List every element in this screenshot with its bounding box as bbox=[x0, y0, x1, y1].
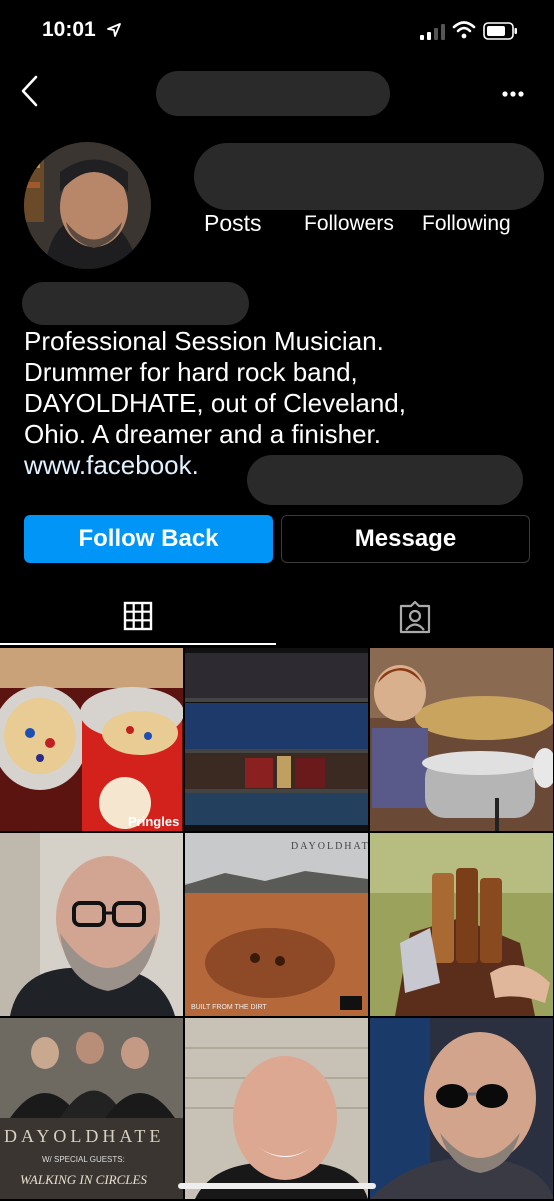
followers-label[interactable]: Followers bbox=[304, 212, 394, 236]
album-subtitle-text: W/ SPECIAL GUESTS: bbox=[42, 1155, 125, 1164]
snack-brand-text: Pringles bbox=[128, 814, 179, 829]
display-name-redacted bbox=[22, 282, 249, 325]
back-chevron-icon[interactable] bbox=[18, 74, 42, 108]
follow-back-button[interactable]: Follow Back bbox=[24, 515, 273, 563]
post-thumbnail[interactable]: DAYOLDHATE W/ SPECIAL GUESTS: WALKING IN… bbox=[0, 1018, 183, 1201]
post-thumbnail[interactable] bbox=[370, 833, 553, 1016]
post-thumbnail[interactable] bbox=[185, 648, 368, 831]
bio-line: Ohio. A dreamer and a finisher. bbox=[24, 419, 381, 449]
battery-icon bbox=[483, 22, 517, 40]
tagged-icon bbox=[399, 601, 431, 634]
post-thumbnail[interactable] bbox=[370, 648, 553, 831]
tab-tagged[interactable] bbox=[278, 583, 554, 646]
posts-label[interactable]: Posts bbox=[204, 210, 262, 237]
cellular-signal-icon bbox=[420, 24, 445, 40]
wifi-icon bbox=[452, 21, 476, 39]
message-button[interactable]: Message bbox=[281, 515, 530, 563]
bio-line: DAYOLDHATE, out of Cleveland, bbox=[24, 388, 406, 418]
bio-line: Professional Session Musician. bbox=[24, 326, 384, 356]
album-guest-text: WALKING IN CIRCLES bbox=[20, 1172, 147, 1187]
album-caption-text: BUILT FROM THE DIRT bbox=[191, 1004, 267, 1011]
active-tab-indicator bbox=[0, 643, 276, 645]
grid-icon bbox=[123, 601, 153, 631]
tab-posts-grid[interactable] bbox=[0, 583, 276, 646]
status-time: 10:01 bbox=[42, 18, 96, 41]
more-options-icon[interactable] bbox=[502, 90, 524, 98]
avatar[interactable] bbox=[24, 142, 151, 269]
post-thumbnail[interactable] bbox=[370, 1018, 553, 1201]
location-arrow-icon bbox=[107, 23, 121, 37]
username-redacted bbox=[156, 71, 390, 116]
home-indicator[interactable] bbox=[178, 1183, 376, 1189]
album-band-text: DAYOLDHATE bbox=[4, 1126, 164, 1146]
link-redacted bbox=[247, 455, 523, 505]
bio-line: Drummer for hard rock band, bbox=[24, 357, 358, 387]
post-thumbnail[interactable] bbox=[185, 1018, 368, 1201]
stats-counts-redacted bbox=[194, 143, 544, 210]
following-label[interactable]: Following bbox=[422, 212, 511, 236]
album-title-text: DAYOLDHATE bbox=[291, 841, 368, 852]
post-thumbnail[interactable]: Pringles bbox=[0, 648, 183, 831]
post-thumbnail[interactable] bbox=[0, 833, 183, 1016]
post-thumbnail[interactable]: DAYOLDHATE BUILT FROM THE DIRT bbox=[185, 833, 368, 1016]
